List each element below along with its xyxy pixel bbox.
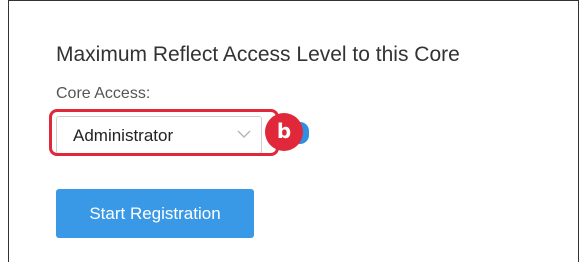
annotation-step-badge: b (265, 113, 303, 151)
core-access-label: Core Access: (56, 85, 151, 102)
section-title: Maximum Reflect Access Level to this Cor… (56, 43, 460, 66)
registration-panel: Maximum Reflect Access Level to this Cor… (8, 0, 579, 262)
start-registration-button[interactable]: Start Registration (56, 189, 254, 238)
annotation-highlight-box (49, 109, 279, 156)
